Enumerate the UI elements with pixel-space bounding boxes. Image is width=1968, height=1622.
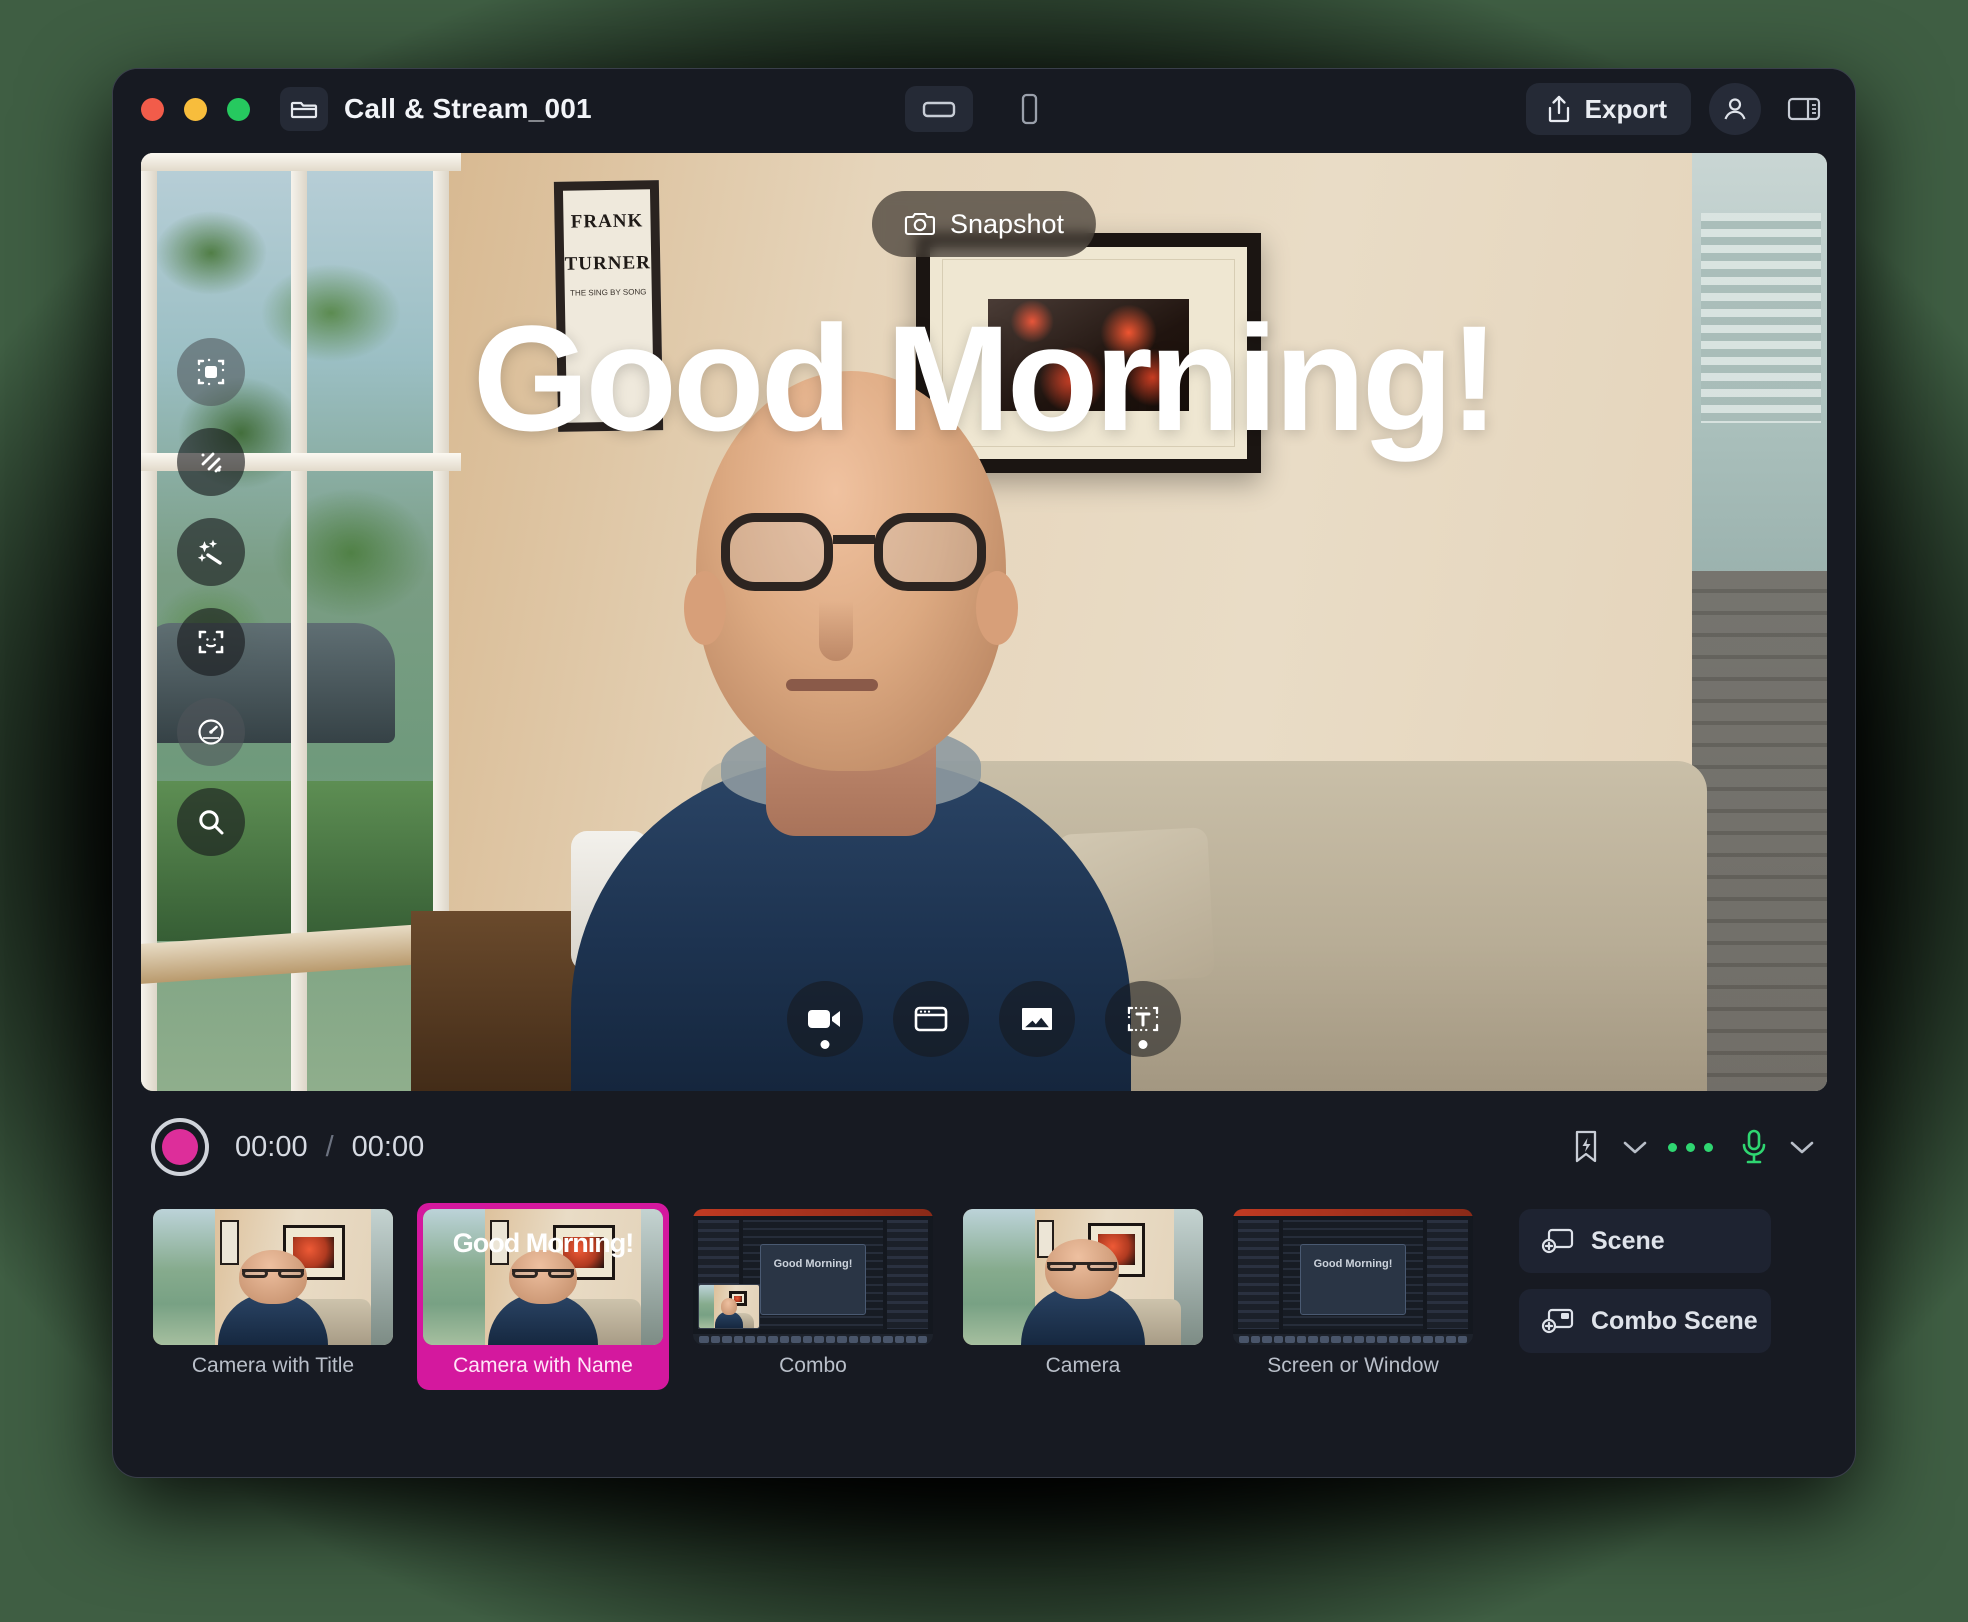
minimize-button[interactable] [184,97,207,121]
text-source-icon[interactable] [1105,981,1181,1057]
scene-list: Camera with Title Good Morning! Camera w… [113,1203,1855,1390]
time-separator: / [325,1130,334,1163]
total-time: 00:00 [351,1130,425,1163]
scene-thumbnail: Good Morning! [1233,1209,1473,1345]
window-titlebar: Call & Stream_001 Export [113,69,1855,149]
record-indicator [162,1129,198,1165]
video-preview[interactable]: FRANK TURNER THE SING BY SONG Good Morni… [141,153,1827,1091]
add-scene-button[interactable]: Scene [1519,1209,1771,1273]
desktop-background: Call & Stream_001 Export FRANK TURNER TH… [0,0,1968,1622]
add-combo-scene-label: Combo Scene [1591,1306,1758,1335]
portrait-orientation-button[interactable] [995,86,1063,132]
face-tracking-icon[interactable] [177,608,245,676]
image-source-icon[interactable] [999,981,1075,1057]
scene-card-combo[interactable]: Good Morning! Combo [687,1203,939,1390]
record-button[interactable] [151,1118,209,1176]
scene-label: Combo [779,1354,847,1377]
thumbnail-overlay-text: Good Morning! [773,1257,853,1270]
snapshot-label: Snapshot [949,208,1065,239]
scene-thumbnail: Good Morning! [693,1209,933,1345]
share-up-icon [1546,94,1572,124]
zoom-button[interactable] [227,97,250,121]
scene-label: Camera with Title [191,1354,355,1377]
poster-line-2: TURNER [564,252,652,275]
snapshot-button[interactable]: Snapshot [871,191,1097,257]
overlay-title-text: Good Morning! [472,294,1500,462]
scene-card-camera-with-title[interactable]: Camera with Title [147,1203,399,1390]
microphone-icon[interactable] [1739,1128,1769,1166]
bookmark-bolt-icon[interactable] [1570,1129,1602,1165]
scene-card-camera[interactable]: Camera [957,1203,1209,1390]
scene-card-screen-or-window[interactable]: Good Morning! Screen or Window [1227,1203,1479,1390]
scene-label: Camera [1045,1354,1121,1377]
close-button[interactable] [141,97,164,121]
transport-actions [1570,1128,1815,1166]
video-tools-sidebar [177,338,245,856]
crop-frame-icon[interactable] [177,338,245,406]
audio-level-dots [1668,1142,1713,1152]
scene-thumbnail [153,1209,393,1345]
transport-bar: 00:00 / 00:00 [113,1091,1855,1203]
orientation-toggle [905,86,1063,132]
window-source-icon[interactable] [893,981,969,1057]
person-icon[interactable] [1709,83,1761,135]
magic-wand-icon[interactable] [177,518,245,586]
source-buttons [787,981,1181,1057]
add-scene-icon [1541,1226,1575,1256]
page-title: Call & Stream_001 [344,93,592,124]
add-combo-scene-icon [1541,1306,1575,1336]
add-combo-scene-button[interactable]: Combo Scene [1519,1289,1771,1353]
thumbnail-overlay-text: Good Morning! [1313,1257,1393,1270]
camera-icon [904,211,936,237]
sidebar-panel-icon[interactable] [1779,84,1829,134]
active-indicator [1138,1040,1148,1049]
background-blur-icon[interactable] [177,428,245,496]
search-icon[interactable] [177,788,245,856]
scene-card-camera-with-name[interactable]: Good Morning! Camera with Name [417,1203,669,1390]
add-scene-label: Scene [1591,1226,1665,1255]
landscape-orientation-button[interactable] [905,86,973,132]
folder-icon[interactable] [280,87,328,131]
export-button[interactable]: Export [1525,83,1691,135]
scene-action-buttons: Scene Combo Scene [1519,1203,1771,1353]
scene-thumbnail: Good Morning! [423,1209,663,1345]
scene-label: Camera with Name [453,1354,633,1377]
scene-label: Screen or Window [1267,1354,1439,1377]
thumbnail-overlay-text: Good Morning! [452,1228,634,1259]
mic-chevron-down-icon[interactable] [1789,1139,1815,1155]
speedometer-icon[interactable] [177,698,245,766]
bookmark-chevron-down-icon[interactable] [1622,1139,1648,1155]
poster-line-1: FRANK [570,210,644,233]
elapsed-time: 00:00 [235,1130,308,1163]
app-window: Call & Stream_001 Export FRANK TURNER TH… [112,68,1856,1478]
titlebar-actions: Export [1525,83,1829,135]
scene-thumbnail [963,1209,1203,1345]
export-label: Export [1584,93,1667,124]
traffic-lights [141,97,250,121]
camera-source-icon[interactable] [787,981,863,1057]
active-indicator [820,1040,830,1049]
timecode: 00:00 / 00:00 [235,1131,424,1164]
